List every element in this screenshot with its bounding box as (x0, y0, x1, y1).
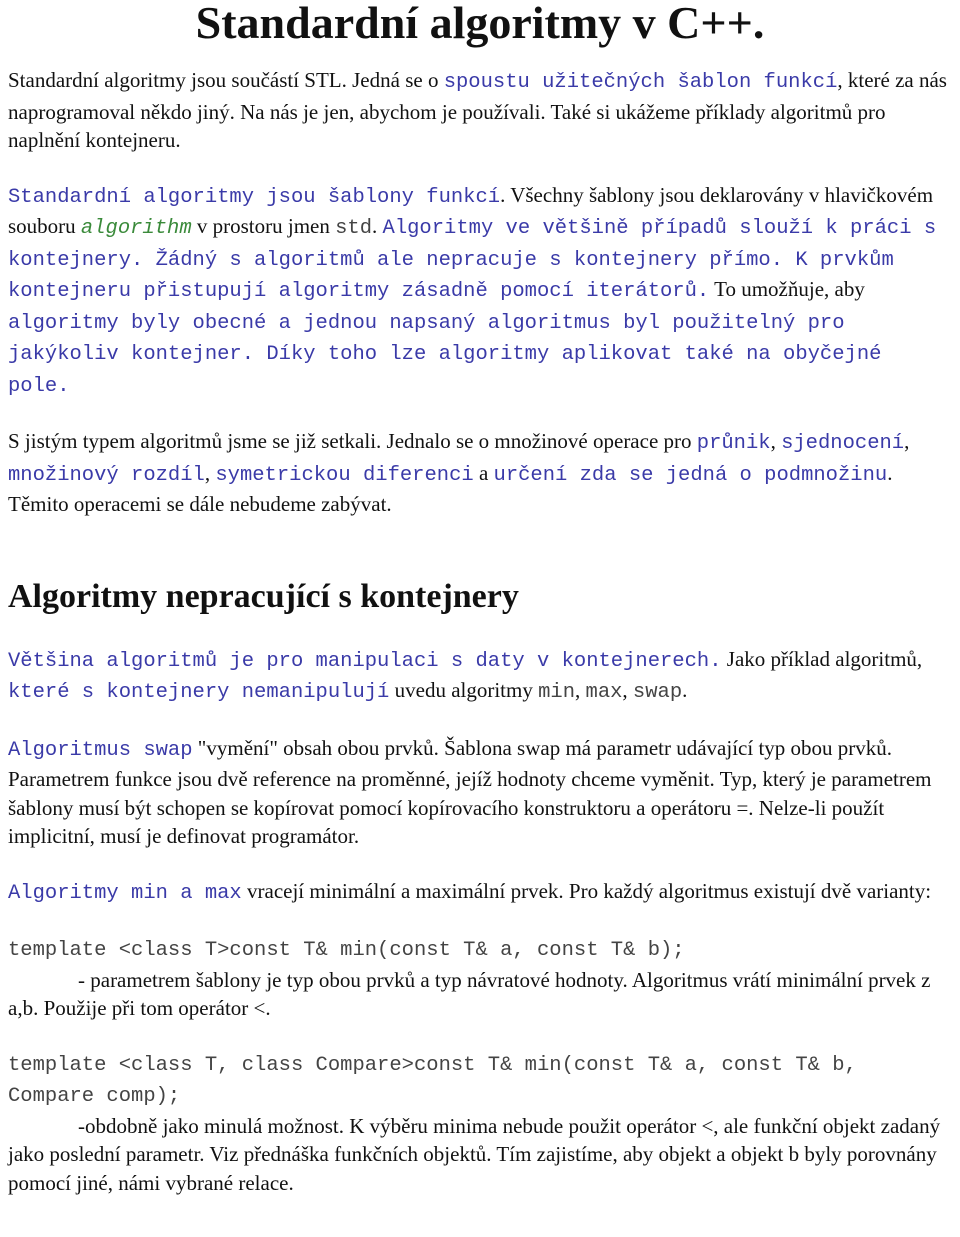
text-run: , (770, 429, 782, 453)
code-run: template <class T, class Compare>const T… (8, 1053, 857, 1109)
code-run: std (335, 217, 373, 240)
text-run: - parametrem šablony je typ obou prvků a… (8, 967, 931, 1021)
paragraph-sets: S jistým typem algoritmů jsme se již set… (8, 427, 952, 519)
text-run: , (622, 678, 633, 702)
code-run: symetrickou diferenci (215, 463, 474, 487)
code-run: Algoritmus swap (8, 738, 193, 762)
section-heading: Algoritmy nepracující s kontejnery (8, 577, 519, 615)
code-run: které s kontejnery nemanipulují (8, 681, 390, 704)
text-run: S jistým typem algoritmů jsme se již set… (8, 429, 697, 453)
text-run: , (904, 429, 910, 453)
paragraph-swap: Algoritmus swap "vymění" obsah obou prvk… (8, 734, 952, 851)
code-run: min (538, 681, 576, 704)
text-run: Standardní algoritmy jsou součástí STL. … (8, 68, 444, 92)
text-run: . (372, 214, 383, 238)
page-title: Standardní algoritmy v C++. (195, 0, 765, 48)
code-run: Většina algoritmů je pro manipulaci s da… (8, 649, 722, 673)
document: Standardní algoritmy v C++. Standardní a… (0, 0, 960, 1197)
text-run: uvedu algoritmy (389, 678, 539, 702)
text-run: vracejí minimální a maximální prvek. Pro… (241, 878, 932, 903)
code-run: template <class T>const T& min(const T& … (8, 939, 685, 962)
code-run: spoustu užitečných šablon funkcí (443, 71, 838, 94)
document-body: Standardní algoritmy jsou součástí STL. … (8, 66, 952, 1197)
paragraph-desc1: - parametrem šablony je typ obou prvků a… (8, 966, 952, 1023)
code-run: max (585, 681, 623, 704)
text-run: To umožňuje, aby (709, 277, 865, 301)
code-run: Algoritmy min a max (8, 881, 242, 905)
code-run: algorithm (80, 217, 192, 240)
code-run: množinový rozdíl (8, 463, 205, 487)
code-run: swap (632, 681, 683, 704)
code-run: algoritmy byly obecné a jednou napsaný a… (8, 311, 882, 398)
text-run: , (575, 678, 586, 702)
paragraph-templates: Standardní algoritmy jsou šablony funkcí… (8, 181, 952, 402)
paragraph-code2: template <class T, class Compare>const T… (8, 1049, 952, 1112)
code-run: Standardní algoritmy jsou šablony funkcí (8, 185, 501, 209)
text-run: . (682, 678, 688, 702)
paragraph-code1: template <class T>const T& min(const T& … (8, 934, 952, 966)
code-run: určení zda se jedná o podmnožinu (493, 463, 888, 487)
paragraph-desc2: -obdobně jako minulá možnost. K výběru m… (8, 1112, 952, 1198)
paragraph-intro: Standardní algoritmy jsou součástí STL. … (8, 66, 952, 155)
text-run: , (204, 460, 216, 485)
code-run: průnik (696, 432, 771, 455)
paragraph-minmax: Algoritmy min a max vracejí minimální a … (8, 877, 952, 909)
text-run: a (473, 460, 494, 485)
text-run: -obdobně jako minulá možnost. K výběru m… (8, 1113, 941, 1195)
text-run: Jako příklad algoritmů, (721, 646, 923, 671)
text-run: v prostoru jmen (191, 214, 336, 238)
code-run: sjednocení (781, 432, 905, 455)
paragraph-most: Většina algoritmů je pro manipulaci s da… (8, 645, 952, 708)
